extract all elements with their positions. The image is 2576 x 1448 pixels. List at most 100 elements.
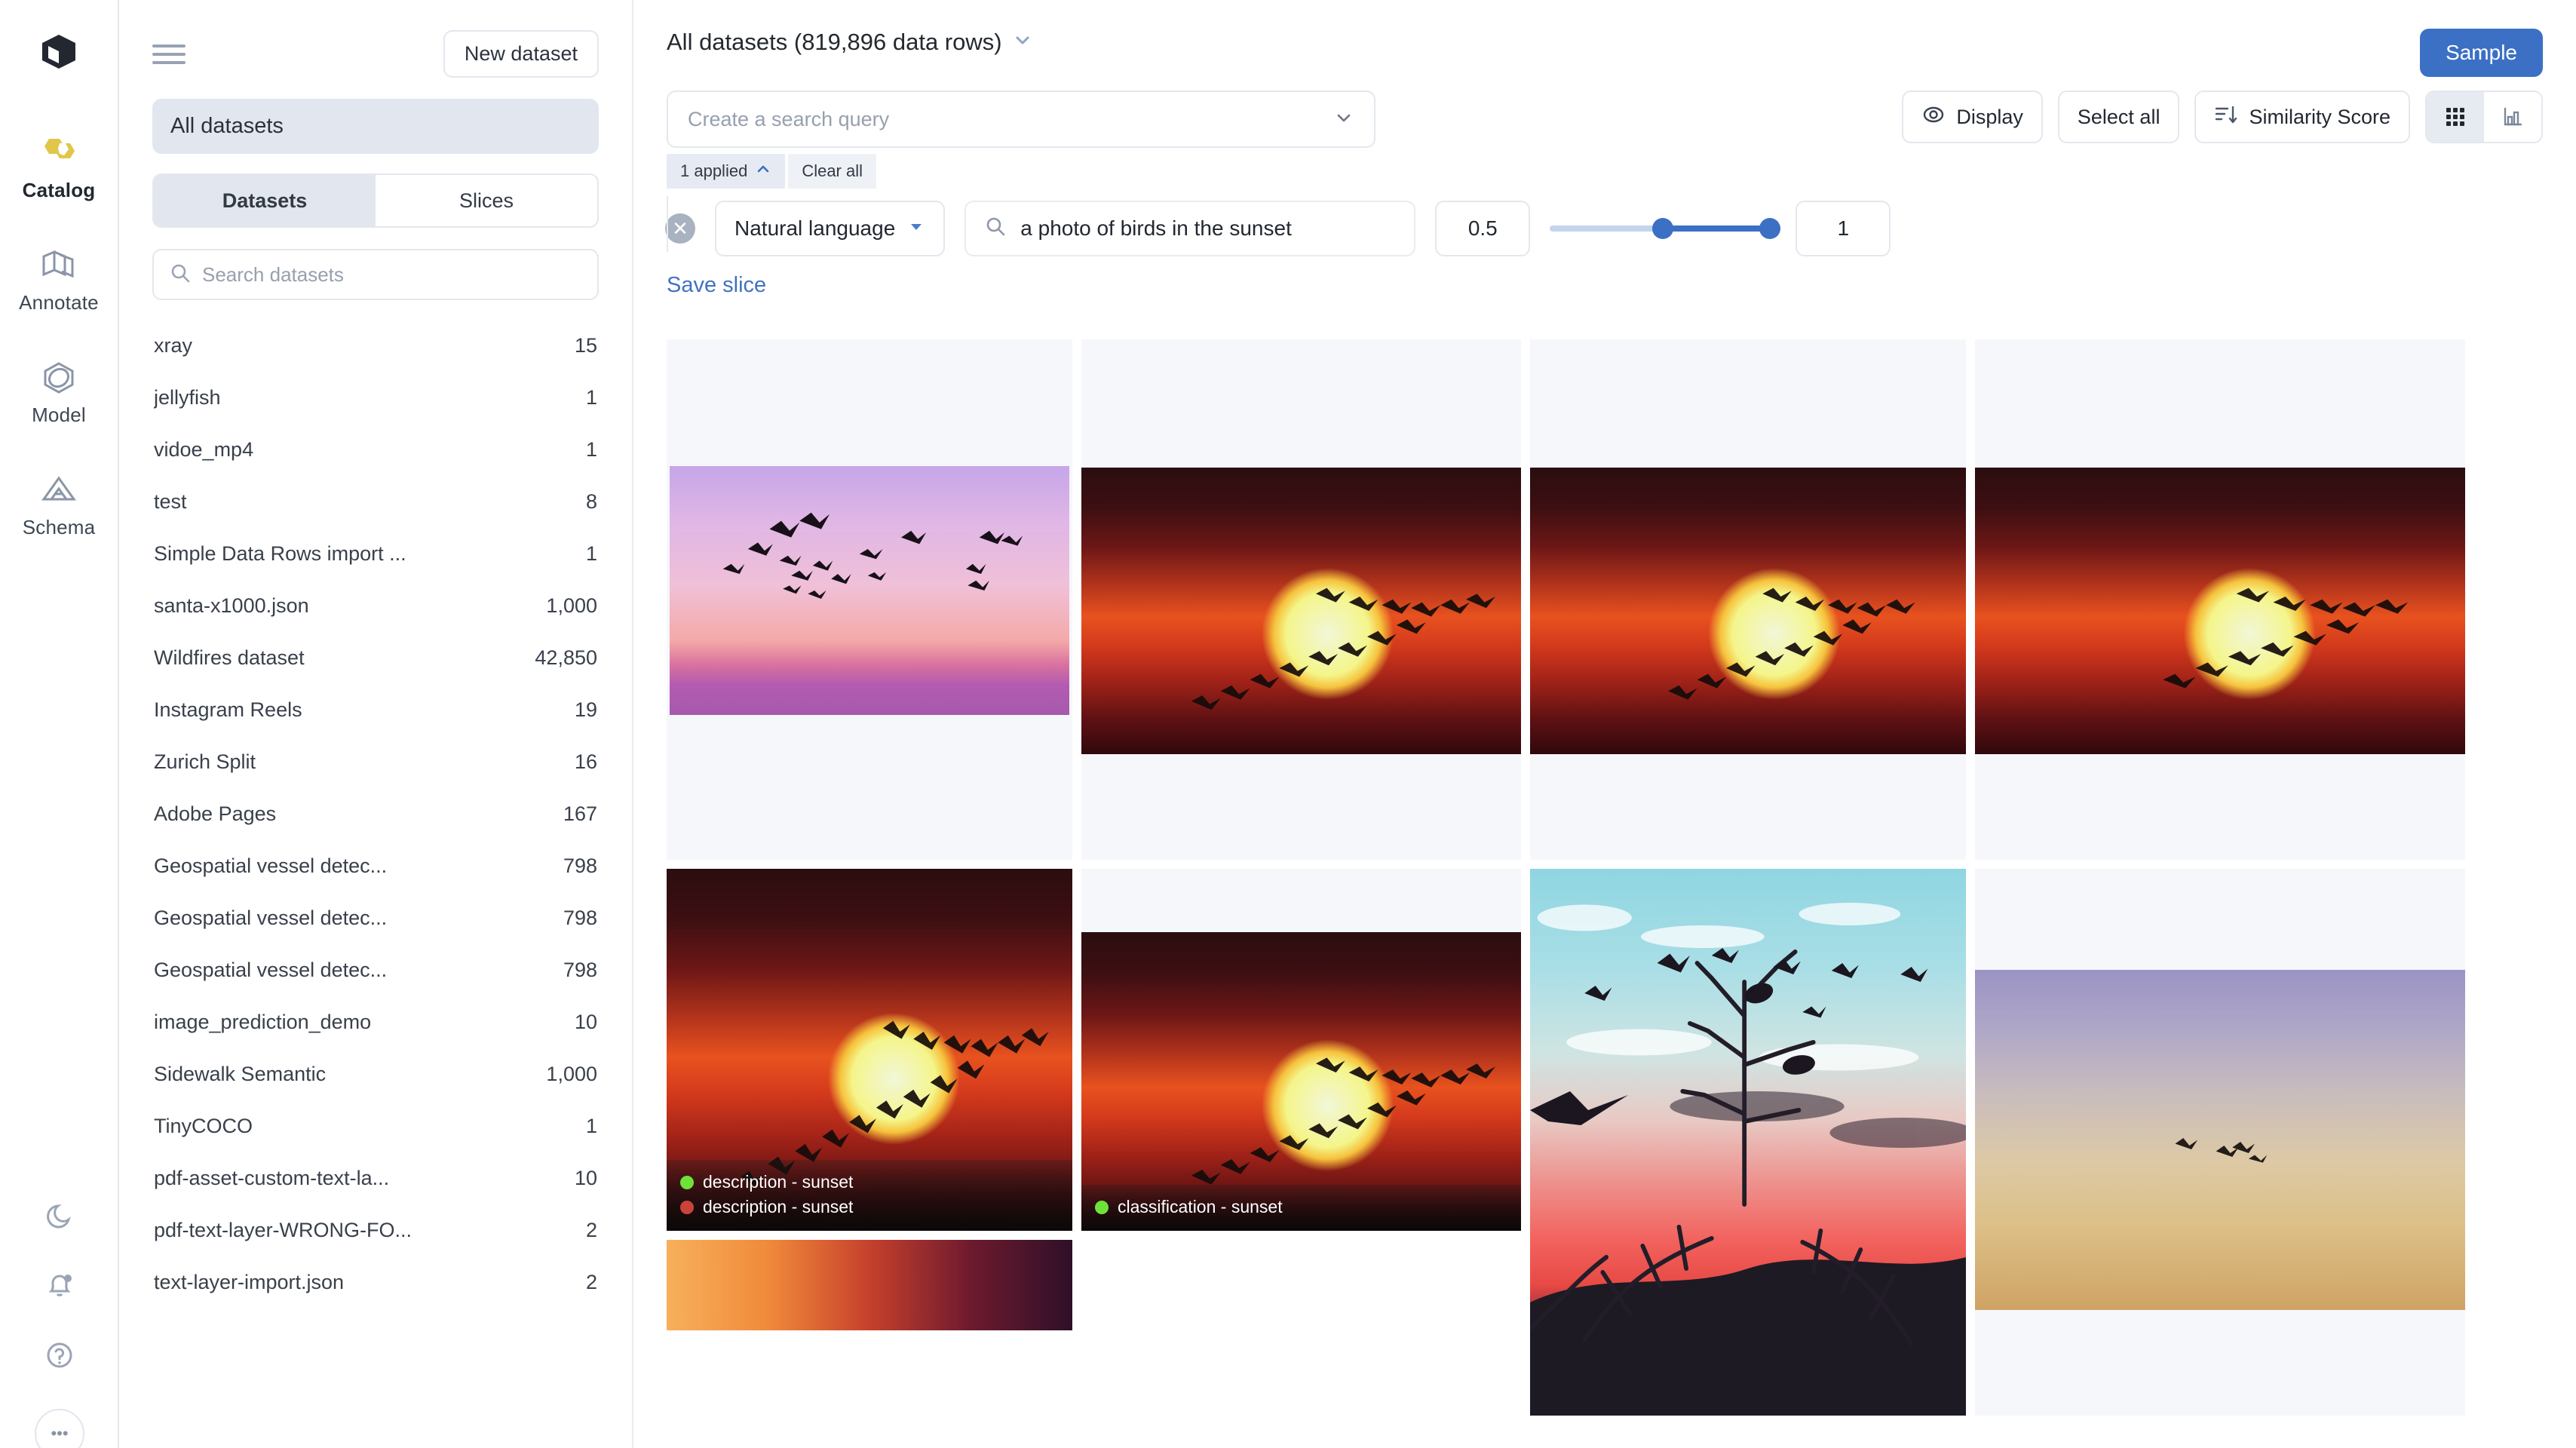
result-tile[interactable] (1530, 339, 1966, 860)
sidebar-item-catalog[interactable]: Catalog (14, 121, 104, 207)
dataset-list-item[interactable]: pdf-text-layer-WRONG-FO... 2 (143, 1204, 608, 1256)
catalog-icon (40, 132, 78, 173)
dataset-list-item[interactable]: Geospatial vessel detec... 798 (143, 944, 608, 996)
dataset-list-item[interactable]: Zurich Split 16 (143, 736, 608, 788)
all-datasets-item[interactable]: All datasets (152, 99, 599, 154)
dataset-row-count: 798 (563, 959, 597, 981)
datasets-sidebar: New dataset All datasets Datasets Slices… (119, 0, 633, 1448)
dataset-list-item[interactable]: vidoe_mp4 1 (143, 424, 608, 476)
dataset-list-item[interactable]: Wildfires dataset 42,850 (143, 632, 608, 684)
dataset-name: TinyCOCO (154, 1115, 253, 1137)
similarity-score-label: Similarity Score (2249, 105, 2390, 128)
result-tile[interactable] (1975, 339, 2465, 860)
similarity-min-input[interactable]: 0.5 (1435, 201, 1531, 256)
result-tile[interactable]: classification - sunset (1081, 869, 1521, 1231)
dataset-list-item[interactable]: Geospatial vessel detec... 798 (143, 892, 608, 944)
search-datasets-input[interactable]: Search datasets (152, 249, 599, 300)
dataset-row-count: 10 (574, 1011, 597, 1033)
dataset-row-count: 8 (585, 490, 597, 513)
avatar[interactable]: ••• (35, 1409, 84, 1448)
slider-knob-min[interactable] (1652, 218, 1674, 239)
moon-icon[interactable] (44, 1200, 75, 1235)
dataset-row-count: 1 (585, 438, 597, 461)
result-tile[interactable] (1975, 869, 2465, 1416)
dataset-row-count: 1,000 (546, 594, 597, 617)
result-tile[interactable]: description - sunset description - sunse… (667, 869, 1072, 1231)
dataset-list-item[interactable]: santa-x1000.json 1,000 (143, 580, 608, 632)
select-all-button[interactable]: Select all (2057, 90, 2180, 143)
search-query-input[interactable]: Create a search query (667, 90, 1375, 148)
dataset-name: jellyfish (154, 386, 221, 409)
cube-logo-icon[interactable] (39, 32, 78, 75)
grid-view-icon[interactable] (2427, 92, 2484, 142)
status-dot (680, 1200, 694, 1214)
dataset-name: vidoe_mp4 (154, 438, 254, 461)
sidebar-item-model[interactable]: Model (14, 346, 104, 431)
select-all-label: Select all (2077, 105, 2160, 128)
dataset-row-count: 1 (585, 1115, 597, 1137)
tab-slices[interactable]: Slices (376, 175, 597, 226)
dataset-list-item[interactable]: jellyfish 1 (143, 372, 608, 424)
app-root: Catalog Annotate Model Schema ••• New da… (0, 0, 2576, 1448)
display-button[interactable]: Display (1902, 90, 2043, 143)
result-tile[interactable] (1530, 869, 1966, 1416)
similarity-max-input[interactable]: 1 (1796, 201, 1891, 256)
dataset-list-item[interactable]: pdf-asset-custom-text-la... 10 (143, 1152, 608, 1204)
dataset-row-count: 2 (585, 1219, 597, 1241)
dataset-row-count: 798 (563, 854, 597, 877)
avatar-label: ••• (51, 1424, 69, 1443)
chart-view-icon[interactable] (2484, 92, 2541, 142)
hamburger-menu-icon[interactable] (152, 44, 186, 64)
result-tile[interactable] (667, 339, 1072, 860)
main-toolbar: Display Select all Similarity Score (1902, 90, 2543, 143)
result-tile[interactable] (1081, 339, 1521, 860)
dataset-name: xray (154, 334, 193, 357)
sidebar-item-schema[interactable]: Schema (14, 459, 104, 544)
close-circle-icon[interactable]: ✕ (665, 213, 695, 244)
eye-icon (1921, 103, 1946, 131)
sidebar-tabs: Datasets Slices (152, 173, 599, 228)
bell-icon[interactable] (43, 1269, 76, 1305)
dataset-name: text-layer-import.json (154, 1271, 345, 1293)
help-icon[interactable] (43, 1339, 76, 1376)
main-header: All datasets (819,896 data rows) Sample (633, 0, 2576, 77)
dataset-name: Simple Data Rows import ... (154, 542, 406, 565)
applied-count-chip[interactable]: 1 applied (667, 154, 786, 189)
chevron-down-icon[interactable] (1333, 107, 1354, 132)
dataset-list-item[interactable]: Adobe Pages 167 (143, 788, 608, 840)
grid-column (1530, 339, 1966, 1416)
dataset-list-item[interactable]: test 8 (143, 476, 608, 528)
search-icon (169, 262, 192, 288)
filter-type-select[interactable]: Natural language (715, 201, 946, 256)
clear-all-button[interactable]: Clear all (788, 154, 877, 189)
similarity-score-button[interactable]: Similarity Score (2194, 90, 2410, 143)
similarity-range-slider[interactable] (1550, 201, 1781, 256)
dataset-list-item[interactable]: Geospatial vessel detec... 798 (143, 840, 608, 892)
natural-language-search-input[interactable]: a photo of birds in the sunset (964, 201, 1416, 256)
dataset-list-item[interactable]: TinyCOCO 1 (143, 1100, 608, 1152)
nav-rail: Catalog Annotate Model Schema ••• (0, 0, 119, 1448)
sidebar-header: New dataset (143, 0, 608, 78)
slider-knob-max[interactable] (1759, 218, 1781, 239)
dataset-title-dropdown[interactable]: All datasets (819,896 data rows) (667, 29, 1032, 56)
dataset-list-item[interactable]: text-layer-import.json 2 (143, 1256, 608, 1308)
dataset-list-item[interactable]: Simple Data Rows import ... 1 (143, 528, 608, 580)
tab-datasets[interactable]: Datasets (154, 175, 376, 226)
sample-button[interactable]: Sample (2420, 29, 2543, 77)
result-tile[interactable] (667, 1240, 1072, 1330)
dataset-list-item[interactable]: Instagram Reels 19 (143, 684, 608, 736)
chevron-down-icon (907, 216, 925, 241)
model-icon (40, 357, 78, 397)
dataset-list-item[interactable]: image_prediction_demo 10 (143, 996, 608, 1048)
dataset-name: Zurich Split (154, 750, 256, 773)
sidebar-item-annotate[interactable]: Annotate (14, 234, 104, 319)
save-slice-link[interactable]: Save slice (633, 256, 799, 298)
dataset-list-item[interactable]: xray 15 (143, 320, 608, 372)
sidebar-item-label: Model (32, 403, 86, 426)
results-grid-wrapper: description - sunset description - sunse… (667, 339, 2576, 1448)
new-dataset-button[interactable]: New dataset (443, 30, 599, 78)
dataset-name: Wildfires dataset (154, 646, 305, 669)
dataset-list-item[interactable]: Sidewalk Semantic 1,000 (143, 1048, 608, 1100)
dataset-name: Geospatial vessel detec... (154, 959, 388, 981)
chevron-down-icon (1013, 29, 1032, 56)
